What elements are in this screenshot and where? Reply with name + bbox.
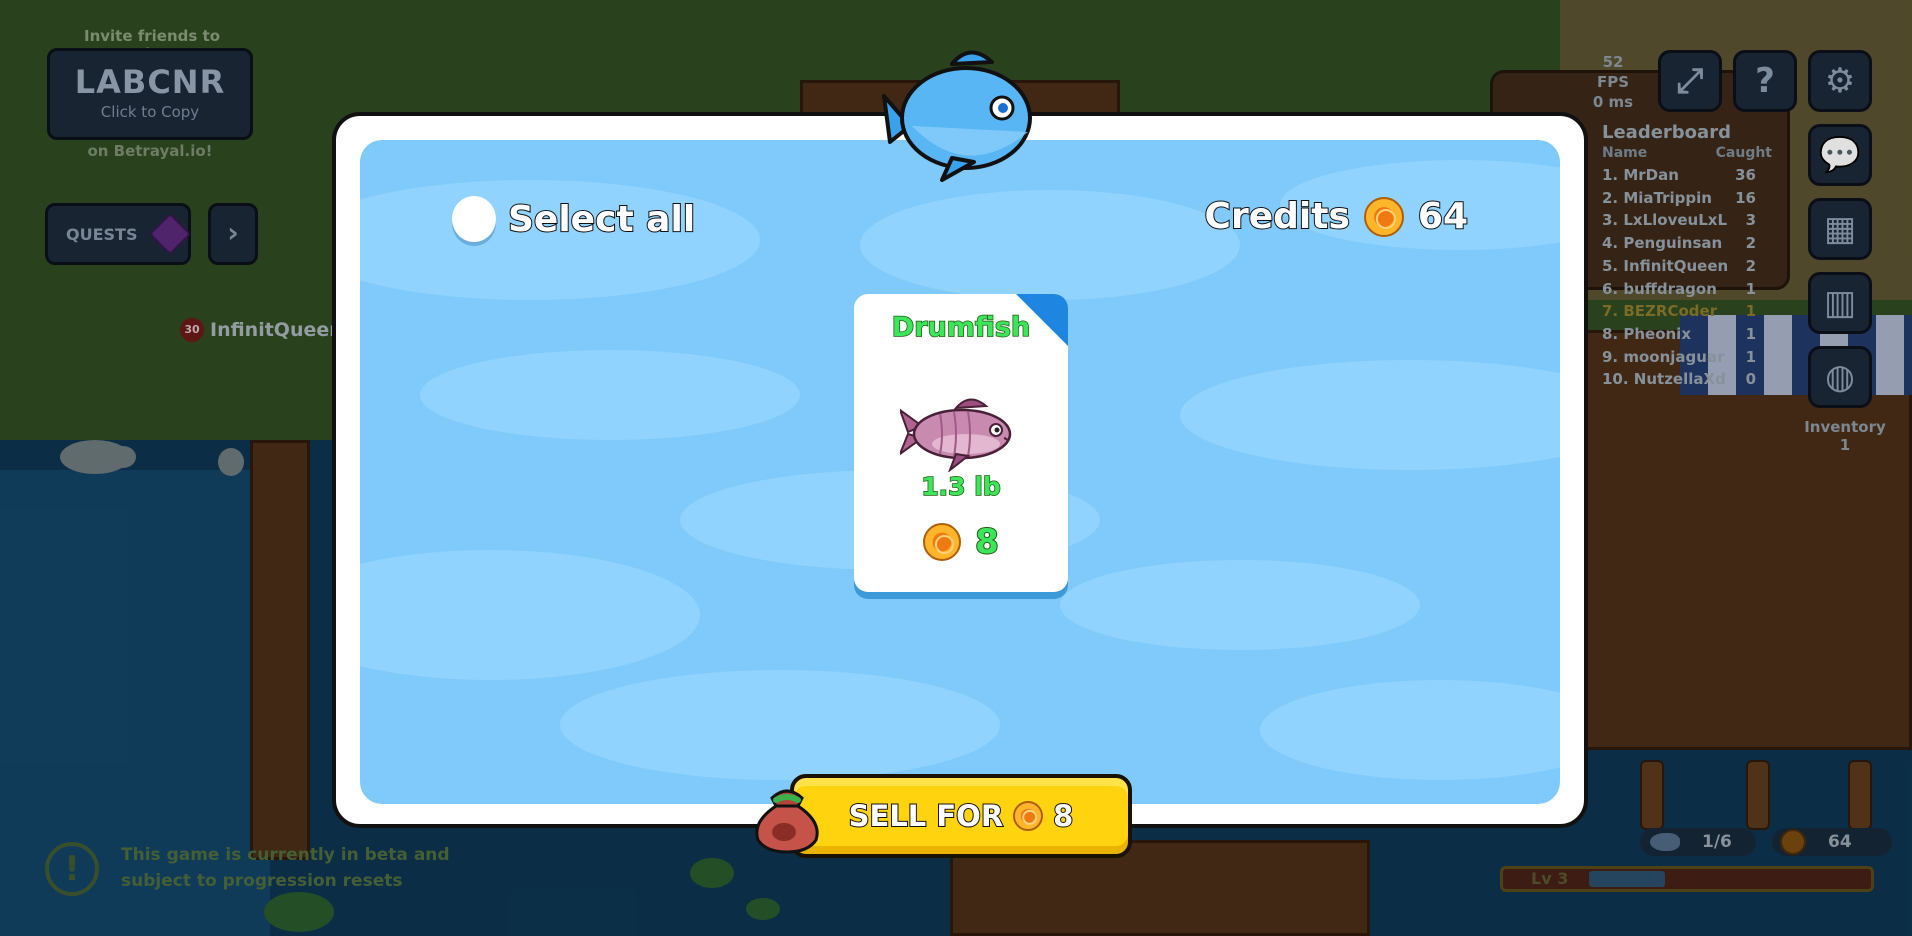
water-ripple	[420, 350, 800, 440]
fish-weight: 1.3 lb	[921, 471, 1002, 502]
coin-icon	[923, 523, 962, 561]
modal-water-panel: Select all Credits 64 Drumfish 1.3 lb 8	[360, 140, 1560, 804]
water-ripple	[1260, 680, 1560, 780]
credits-display: Credits 64	[1204, 195, 1469, 238]
sell-fish-modal: Select all Credits 64 Drumfish 1.3 lb 8	[332, 112, 1588, 828]
credits-label: Credits	[1204, 195, 1351, 238]
sell-label: SELL FOR	[848, 798, 1005, 834]
select-all-checkbox[interactable]	[452, 196, 496, 242]
select-all-toggle[interactable]: Select all	[452, 196, 696, 242]
fish-price-value: 8	[974, 521, 1000, 563]
coin-icon	[1013, 801, 1044, 831]
select-all-label: Select all	[507, 198, 696, 241]
drumfish-icon	[900, 398, 1012, 472]
fish-name: Drumfish	[891, 311, 1031, 344]
coin-icon	[1363, 196, 1404, 237]
water-ripple	[360, 550, 700, 680]
credits-value: 64	[1417, 195, 1469, 238]
sell-value: 8	[1052, 798, 1074, 834]
water-ripple	[560, 670, 1000, 780]
fish-price: 8	[854, 521, 1068, 563]
sell-button[interactable]: SELL FOR 8	[790, 774, 1132, 858]
money-sack-icon	[755, 789, 819, 854]
water-ripple	[1180, 360, 1560, 470]
fish-mascot-icon	[882, 50, 1032, 182]
water-ripple	[860, 190, 1240, 300]
water-ripple	[1060, 560, 1420, 650]
fish-card[interactable]: Drumfish 1.3 lb 8	[854, 294, 1068, 592]
